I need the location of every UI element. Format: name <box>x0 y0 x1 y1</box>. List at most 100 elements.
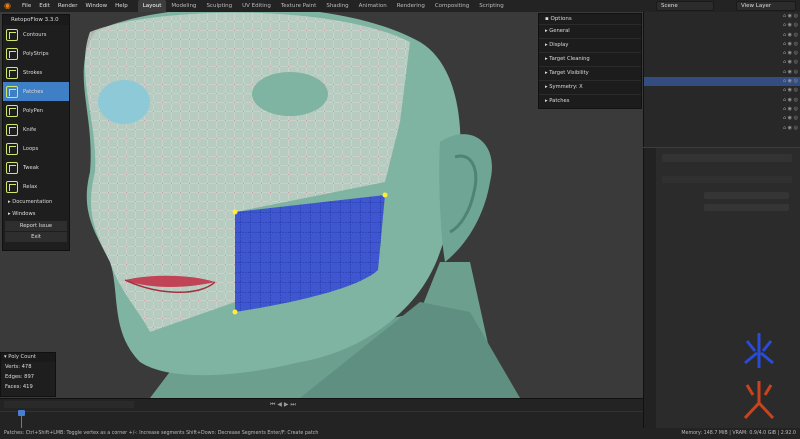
tool-strokes[interactable]: Strokes <box>3 63 69 82</box>
documentation-label: Documentation <box>12 199 53 205</box>
outliner-row[interactable]: ⌂ ◉ ◎ <box>644 96 800 105</box>
visibility-icons[interactable]: ⌂ ◉ ◎ <box>783 21 798 30</box>
timeline-header-menus[interactable] <box>4 401 134 408</box>
menu-window[interactable]: Window <box>81 0 111 12</box>
polystrips-icon <box>6 47 18 60</box>
report-issue-button[interactable]: Report Issue <box>5 221 67 231</box>
outliner-row[interactable]: ⌂ ◉ ◎ <box>644 31 800 40</box>
verts-row: Verts: 478 <box>1 362 55 372</box>
tool-label: Contours <box>23 31 47 38</box>
visibility-icons[interactable]: ⌂ ◉ ◎ <box>783 105 798 114</box>
options-title: Options <box>550 16 572 22</box>
tab-uv-editing[interactable]: UV Editing <box>237 0 276 12</box>
tab-sculpting[interactable]: Sculpting <box>201 0 237 12</box>
tab-animation[interactable]: Animation <box>354 0 392 12</box>
tool-polystrips[interactable]: PolyStrips <box>3 44 69 63</box>
properties-field[interactable] <box>704 192 789 199</box>
tool-contours[interactable]: Contours <box>3 25 69 44</box>
retopoflow-panel: RetopoFlow 3.3.0 Contours PolyStrips Str… <box>2 14 70 251</box>
visibility-icons[interactable]: ⌂ ◉ ◎ <box>783 31 798 40</box>
tool-patches[interactable]: Patches <box>3 82 69 101</box>
visibility-icons[interactable]: ⌂ ◉ ◎ <box>783 86 798 95</box>
tab-texture-paint[interactable]: Texture Paint <box>276 0 322 12</box>
tool-label: Patches <box>23 88 44 95</box>
option-general[interactable]: ▸ General <box>539 24 641 38</box>
outliner-panel[interactable]: ⌂ ◉ ◎ ⌂ ◉ ◎ ⌂ ◉ ◎ ⌂ ◉ ◎ ⌂ ◉ ◎ ⌂ ◉ ◎ ⌂ ◉ … <box>643 12 800 147</box>
option-label: Display <box>549 42 569 48</box>
menu-edit[interactable]: Edit <box>35 0 54 12</box>
option-patches[interactable]: ▸ Patches <box>539 94 641 108</box>
visibility-icons[interactable]: ⌂ ◉ ◎ <box>783 40 798 49</box>
outliner-row[interactable]: ⌂ ◉ ◎ <box>644 68 800 77</box>
windows-toggle[interactable]: ▸ Windows <box>3 208 69 220</box>
tab-layout[interactable]: Layout <box>137 0 167 12</box>
blender-logo-icon[interactable]: ◉ <box>4 2 14 10</box>
tool-knife[interactable]: Knife <box>3 120 69 139</box>
tab-shading[interactable]: Shading <box>321 0 353 12</box>
properties-tab-strip[interactable] <box>644 148 656 428</box>
windows-label: Windows <box>12 211 36 217</box>
outliner-row[interactable]: ⌂ ◉ ◎ <box>644 49 800 58</box>
tool-label: Tweak <box>23 164 39 171</box>
visibility-icons[interactable]: ⌂ ◉ ◎ <box>783 58 798 67</box>
outliner-row[interactable]: ⌂ ◉ ◎ <box>644 40 800 49</box>
option-display[interactable]: ▸ Display <box>539 38 641 52</box>
menu-file[interactable]: File <box>18 0 35 12</box>
option-target-visibility[interactable]: ▸ Target Visibility <box>539 66 641 80</box>
patches-icon <box>6 85 18 98</box>
tab-compositing[interactable]: Compositing <box>430 0 474 12</box>
outliner-row[interactable]: ⌂ ◉ ◎ <box>644 114 800 123</box>
menu-help[interactable]: Help <box>111 0 132 12</box>
timeline-panel[interactable]: ⏮ ◀ ▶ ⏭ <box>0 398 643 429</box>
visibility-icons[interactable]: ⌂ ◉ ◎ <box>783 124 798 133</box>
tool-tweak[interactable]: Tweak <box>3 158 69 177</box>
option-target-cleaning[interactable]: ▸ Target Cleaning <box>539 52 641 66</box>
faces-row: Faces: 419 <box>1 382 55 392</box>
retopoflow-title[interactable]: RetopoFlow 3.3.0 <box>3 15 69 25</box>
edges-row: Edges: 897 <box>1 372 55 382</box>
status-memory: Memory: 148.7 MiB | VRAM: 0.9/4.0 GiB | … <box>681 431 796 436</box>
visibility-icons[interactable]: ⌂ ◉ ◎ <box>783 114 798 123</box>
visibility-icons[interactable]: ⌂ ◉ ◎ <box>783 77 798 86</box>
outliner-row[interactable]: ⌂ ◉ ◎ <box>644 124 800 133</box>
menu-render[interactable]: Render <box>54 0 82 12</box>
status-bar: Patches: Ctrl+Shift+LMB: Toggle vertex a… <box>0 428 800 439</box>
tool-label: Relax <box>23 183 38 190</box>
watermark-logo <box>743 333 775 420</box>
tool-polypen[interactable]: PolyPen <box>3 101 69 120</box>
poly-count-header[interactable]: ▾ Poly Count <box>1 353 55 362</box>
playback-controls[interactable]: ⏮ ◀ ▶ ⏭ <box>270 401 350 408</box>
properties-panel[interactable] <box>643 148 800 428</box>
tool-relax[interactable]: Relax <box>3 177 69 196</box>
properties-header-field[interactable] <box>662 154 792 162</box>
tab-rendering[interactable]: Rendering <box>392 0 430 12</box>
visibility-icons[interactable]: ⌂ ◉ ◎ <box>783 49 798 58</box>
faces-label: Faces: <box>5 384 22 390</box>
outliner-row[interactable]: ⌂ ◉ ◎ <box>644 21 800 30</box>
scene-selector[interactable]: Scene <box>656 1 714 11</box>
outliner-row[interactable]: ⌂ ◉ ◎ <box>644 105 800 114</box>
properties-field[interactable] <box>704 204 789 211</box>
polypen-icon <box>6 104 18 117</box>
options-header[interactable]: ▪ Options <box>539 14 641 24</box>
outliner-row-selected[interactable]: ⌂ ◉ ◎ <box>644 77 800 87</box>
visibility-icons[interactable]: ⌂ ◉ ◎ <box>783 68 798 77</box>
visibility-icons[interactable]: ⌂ ◉ ◎ <box>783 96 798 105</box>
playhead-line <box>21 416 22 428</box>
properties-section[interactable] <box>662 176 792 183</box>
option-label: Target Cleaning <box>549 56 590 62</box>
outliner-row[interactable]: ⌂ ◉ ◎ <box>644 58 800 67</box>
tool-loops[interactable]: Loops <box>3 139 69 158</box>
outliner-row[interactable]: ⌂ ◉ ◎ <box>644 86 800 95</box>
strokes-icon <box>6 66 18 79</box>
tab-scripting[interactable]: Scripting <box>474 0 508 12</box>
exit-button[interactable]: Exit <box>5 232 67 242</box>
option-symmetry[interactable]: ▸ Symmetry: X <box>539 80 641 94</box>
option-label: Target Visibility <box>549 70 589 76</box>
jump-start-icon[interactable]: ⏮ ◀ ▶ ⏭ <box>270 401 296 408</box>
outliner-row[interactable]: ⌂ ◉ ◎ <box>644 12 800 21</box>
tab-modeling[interactable]: Modeling <box>166 0 201 12</box>
view-layer-selector[interactable]: View Layer <box>736 1 796 11</box>
visibility-icons[interactable]: ⌂ ◉ ◎ <box>783 12 798 21</box>
documentation-toggle[interactable]: ▸ Documentation <box>3 196 69 208</box>
